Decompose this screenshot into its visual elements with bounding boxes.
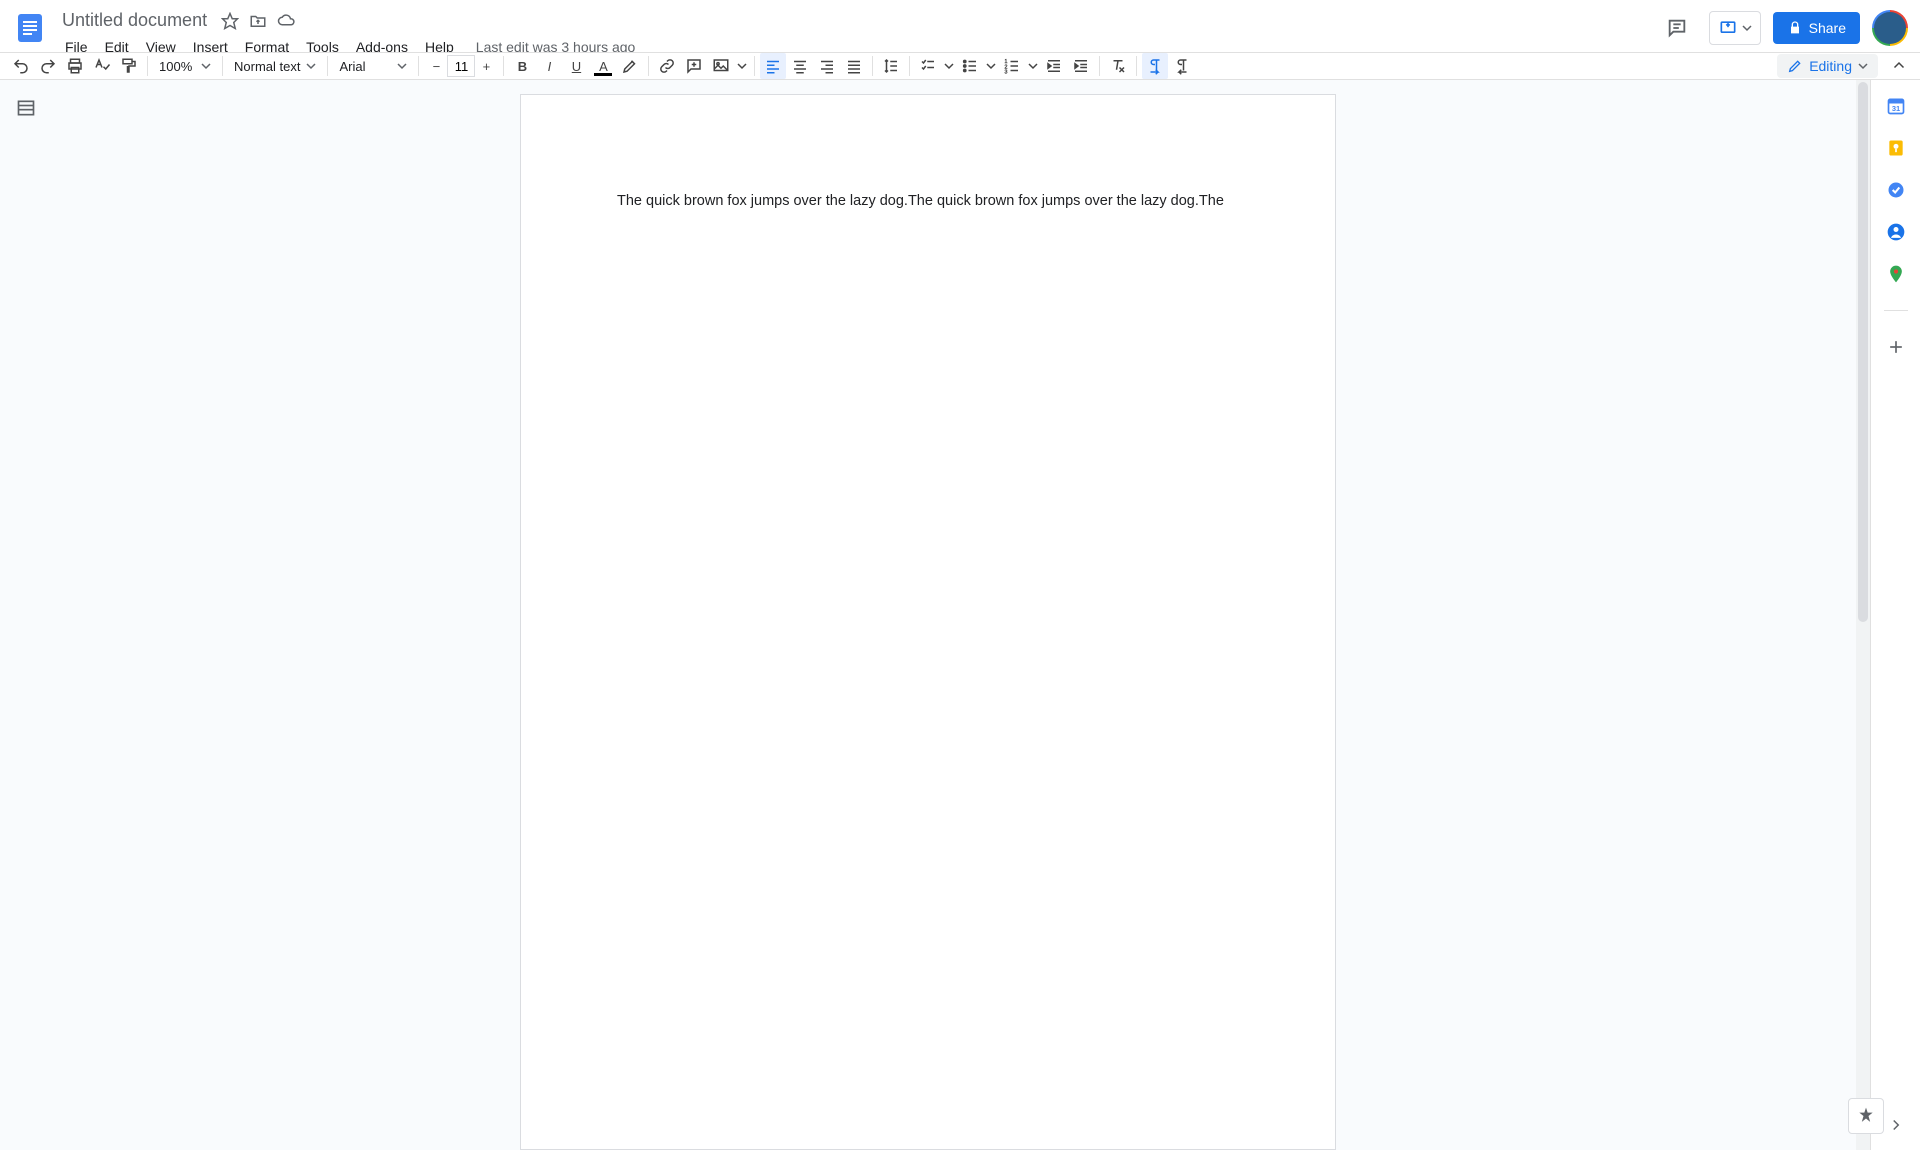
font-size-increase[interactable]: + <box>475 55 497 77</box>
paint-format-button[interactable] <box>116 53 142 79</box>
rtl-button[interactable] <box>1169 53 1195 79</box>
share-label: Share <box>1809 20 1846 36</box>
side-panel: 31 <box>1870 80 1920 1150</box>
header-right: Share <box>1657 8 1908 48</box>
doc-title[interactable]: Untitled document <box>58 8 211 33</box>
separator <box>909 56 910 76</box>
svg-text:31: 31 <box>1891 104 1899 113</box>
header: Untitled document File Edit View Insert … <box>0 0 1920 52</box>
document-page[interactable]: The quick brown fox jumps over the lazy … <box>520 94 1336 1150</box>
star-icon[interactable] <box>221 12 239 30</box>
numbered-list-dropdown[interactable] <box>1026 53 1040 79</box>
explore-button[interactable] <box>1848 1098 1884 1134</box>
insert-image-button[interactable] <box>708 53 734 79</box>
font-size-group: − + <box>424 54 498 78</box>
chevron-down-icon <box>306 61 316 71</box>
zoom-select[interactable]: 100% <box>153 53 217 79</box>
docs-logo-icon[interactable] <box>12 10 48 46</box>
align-left-button[interactable] <box>760 53 786 79</box>
outline-toggle-icon[interactable] <box>16 98 36 118</box>
separator <box>222 56 223 76</box>
mode-label: Editing <box>1809 58 1852 74</box>
share-button[interactable]: Share <box>1773 12 1860 44</box>
side-panel-collapse-icon[interactable] <box>1887 1116 1905 1134</box>
zoom-value: 100% <box>159 59 192 74</box>
increase-indent-button[interactable] <box>1068 53 1094 79</box>
style-value: Normal text <box>234 59 300 74</box>
separator <box>648 56 649 76</box>
move-icon[interactable] <box>249 12 267 30</box>
svg-text:3: 3 <box>1005 70 1008 76</box>
insert-image-dropdown[interactable] <box>735 53 749 79</box>
align-right-button[interactable] <box>814 53 840 79</box>
separator <box>327 56 328 76</box>
line-spacing-button[interactable] <box>878 53 904 79</box>
undo-button[interactable] <box>8 53 34 79</box>
cloud-status-icon[interactable] <box>277 12 295 30</box>
editing-mode-select[interactable]: Editing <box>1777 54 1878 78</box>
present-button[interactable] <box>1709 11 1761 45</box>
underline-button[interactable]: U <box>563 53 589 79</box>
account-avatar[interactable] <box>1872 10 1908 46</box>
insert-comment-button[interactable] <box>681 53 707 79</box>
contacts-app-icon[interactable] <box>1886 222 1906 242</box>
maps-app-icon[interactable] <box>1886 264 1906 284</box>
bullet-list-dropdown[interactable] <box>984 53 998 79</box>
italic-button[interactable]: I <box>536 53 562 79</box>
lock-icon <box>1787 20 1803 36</box>
page-area[interactable]: The quick brown fox jumps over the lazy … <box>0 80 1856 1150</box>
toolbar: 100% Normal text Arial − + B I U A <box>0 52 1920 80</box>
scrollbar-thumb[interactable] <box>1858 82 1868 622</box>
chevron-down-icon <box>1858 61 1868 71</box>
add-app-icon[interactable] <box>1886 337 1906 357</box>
ltr-button[interactable] <box>1142 53 1168 79</box>
chevron-down-icon <box>397 61 407 71</box>
separator <box>872 56 873 76</box>
separator <box>147 56 148 76</box>
redo-button[interactable] <box>35 53 61 79</box>
collapse-toolbar-button[interactable] <box>1886 53 1912 79</box>
body: The quick brown fox jumps over the lazy … <box>0 80 1920 1150</box>
font-value: Arial <box>339 59 365 74</box>
checklist-button[interactable] <box>915 53 941 79</box>
side-panel-divider <box>1884 310 1908 311</box>
insert-link-button[interactable] <box>654 53 680 79</box>
separator <box>754 56 755 76</box>
decrease-indent-button[interactable] <box>1041 53 1067 79</box>
separator <box>503 56 504 76</box>
scrollbar[interactable] <box>1856 80 1870 1150</box>
numbered-list-button[interactable]: 123 <box>999 53 1025 79</box>
chevron-down-icon <box>201 61 211 71</box>
highlight-color-button[interactable] <box>617 53 643 79</box>
chevron-down-icon <box>1742 23 1752 33</box>
bullet-list-button[interactable] <box>957 53 983 79</box>
bold-button[interactable]: B <box>509 53 535 79</box>
font-size-input[interactable] <box>447 55 475 77</box>
document-text[interactable]: The quick brown fox jumps over the lazy … <box>617 191 1239 211</box>
title-row: Untitled document <box>58 8 1657 33</box>
tasks-app-icon[interactable] <box>1886 180 1906 200</box>
separator <box>1099 56 1100 76</box>
font-select[interactable]: Arial <box>333 53 413 79</box>
align-center-button[interactable] <box>787 53 813 79</box>
print-button[interactable] <box>62 53 88 79</box>
pencil-icon <box>1787 58 1803 74</box>
paragraph-style-select[interactable]: Normal text <box>228 53 322 79</box>
text-color-button[interactable]: A <box>590 53 616 79</box>
clear-formatting-button[interactable] <box>1105 53 1131 79</box>
font-size-decrease[interactable]: − <box>425 55 447 77</box>
align-justify-button[interactable] <box>841 53 867 79</box>
separator <box>1136 56 1137 76</box>
comment-history-icon[interactable] <box>1657 8 1697 48</box>
toolbar-right: Editing <box>1777 53 1912 79</box>
checklist-dropdown[interactable] <box>942 53 956 79</box>
keep-app-icon[interactable] <box>1886 138 1906 158</box>
separator <box>418 56 419 76</box>
calendar-app-icon[interactable]: 31 <box>1886 96 1906 116</box>
spellcheck-button[interactable] <box>89 53 115 79</box>
